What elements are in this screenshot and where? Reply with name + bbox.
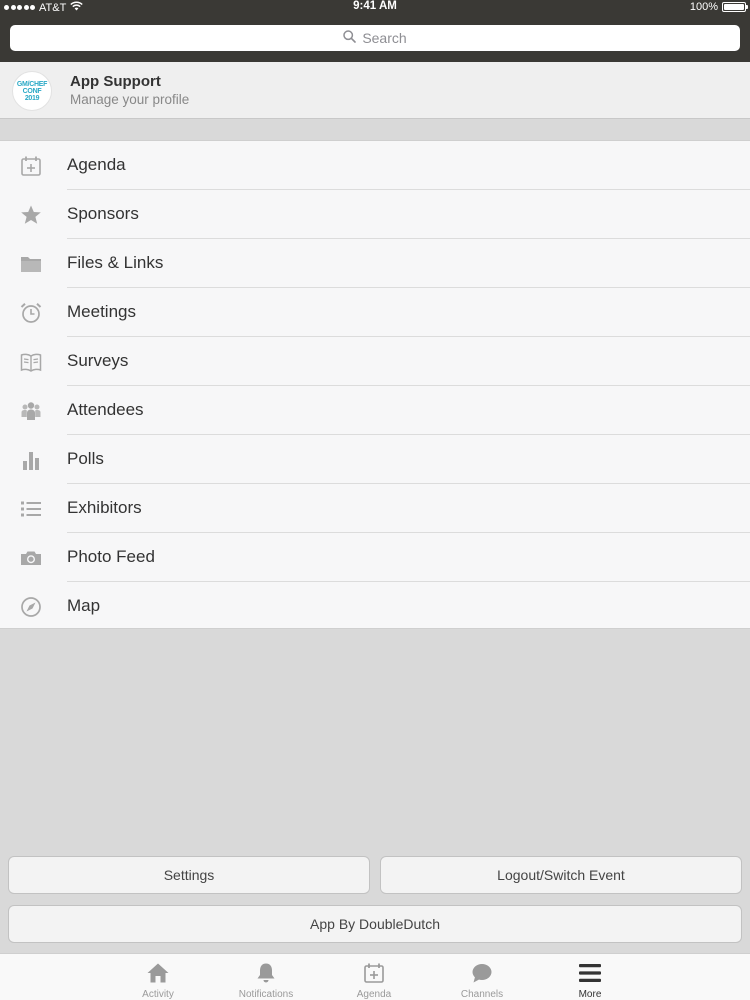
search-placeholder: Search bbox=[362, 30, 407, 46]
status-time: 9:41 AM bbox=[353, 0, 397, 12]
tab-notifications[interactable]: Notifications bbox=[216, 954, 316, 1000]
menu-item-surveys[interactable]: Surveys bbox=[0, 337, 750, 386]
avatar-line: 2019 bbox=[24, 94, 40, 102]
profile-title: App Support bbox=[70, 73, 161, 90]
profile-row[interactable]: GM/CHEF CONF 2019 App Support Manage you… bbox=[0, 62, 750, 119]
folder-icon bbox=[19, 252, 43, 276]
top-header: AT&T 9:41 AM 100% Search bbox=[0, 0, 750, 62]
profile-subtitle: Manage your profile bbox=[70, 92, 190, 107]
tab-bar: Activity Notifications Agenda Channels M… bbox=[0, 953, 750, 1000]
home-icon bbox=[146, 961, 170, 985]
more-menu-list: Agenda Sponsors Files & Links Meetings S… bbox=[0, 140, 750, 629]
open-book-icon bbox=[19, 350, 43, 374]
list-icon bbox=[19, 497, 43, 521]
chat-bubble-icon bbox=[471, 961, 493, 985]
menu-item-agenda[interactable]: Agenda bbox=[0, 141, 750, 190]
app-by-doubledutch-button[interactable]: App By DoubleDutch bbox=[8, 905, 742, 943]
status-right: 100% bbox=[689, 1, 748, 13]
tab-label: Notifications bbox=[238, 989, 294, 1000]
menu-item-label: Exhibitors bbox=[67, 498, 142, 517]
logout-switch-event-button[interactable]: Logout/Switch Event bbox=[380, 856, 742, 894]
menu-item-label: Files & Links bbox=[67, 253, 164, 272]
menu-item-label: Sponsors bbox=[67, 204, 139, 223]
menu-item-sponsors[interactable]: Sponsors bbox=[0, 190, 750, 239]
menu-item-label: Agenda bbox=[67, 155, 126, 174]
tab-label: More bbox=[578, 989, 602, 1000]
bell-icon bbox=[255, 961, 277, 985]
menu-item-label: Surveys bbox=[67, 351, 129, 370]
alarm-clock-icon bbox=[19, 301, 43, 325]
tab-label: Activity bbox=[142, 989, 174, 1000]
settings-button[interactable]: Settings bbox=[8, 856, 370, 894]
tab-more[interactable]: More bbox=[540, 954, 640, 1000]
people-icon bbox=[19, 399, 43, 423]
avatar-line: GM/CHEF bbox=[16, 80, 48, 88]
menu-item-label: Polls bbox=[67, 449, 104, 468]
status-bar: AT&T 9:41 AM 100% bbox=[0, 0, 750, 16]
tab-channels[interactable]: Channels bbox=[432, 954, 532, 1000]
tab-label: Channels bbox=[460, 989, 504, 1000]
tab-label: Agenda bbox=[356, 989, 392, 1000]
battery-percent: 100% bbox=[689, 1, 718, 13]
bar-chart-icon bbox=[19, 448, 43, 472]
menu-item-map[interactable]: Map bbox=[0, 582, 750, 631]
menu-item-meetings[interactable]: Meetings bbox=[0, 288, 750, 337]
menu-item-files-links[interactable]: Files & Links bbox=[0, 239, 750, 288]
menu-item-photo-feed[interactable]: Photo Feed bbox=[0, 533, 750, 582]
star-icon bbox=[19, 203, 43, 227]
calendar-add-icon bbox=[19, 154, 43, 178]
tab-activity[interactable]: Activity bbox=[108, 954, 208, 1000]
menu-item-polls[interactable]: Polls bbox=[0, 435, 750, 484]
menu-item-exhibitors[interactable]: Exhibitors bbox=[0, 484, 750, 533]
battery-icon bbox=[722, 2, 748, 12]
search-icon bbox=[343, 30, 357, 46]
tab-agenda[interactable]: Agenda bbox=[324, 954, 424, 1000]
menu-item-label: Meetings bbox=[67, 302, 136, 321]
camera-icon bbox=[19, 546, 43, 570]
menu-item-label: Attendees bbox=[67, 400, 144, 419]
calendar-add-icon bbox=[363, 961, 385, 985]
avatar-line: CONF bbox=[22, 87, 42, 95]
menu-item-attendees[interactable]: Attendees bbox=[0, 386, 750, 435]
avatar: GM/CHEF CONF 2019 bbox=[12, 71, 52, 111]
menu-item-label: Map bbox=[67, 596, 101, 615]
menu-item-label: Photo Feed bbox=[67, 547, 155, 566]
hamburger-menu-icon bbox=[578, 961, 602, 985]
compass-icon bbox=[19, 595, 43, 619]
search-bar[interactable]: Search bbox=[10, 25, 740, 51]
